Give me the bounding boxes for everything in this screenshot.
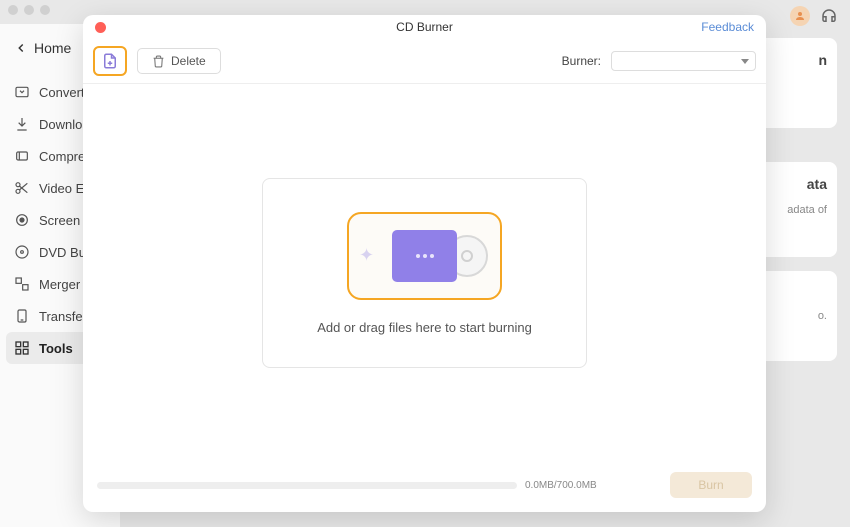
merge-icon xyxy=(14,276,30,292)
modal-title: CD Burner xyxy=(396,20,453,34)
capacity-bar xyxy=(97,482,517,489)
document-graphic xyxy=(392,230,457,282)
grid-icon xyxy=(14,340,30,356)
scissors-icon xyxy=(14,180,30,196)
window-dot xyxy=(40,5,50,15)
burner-select[interactable] xyxy=(611,51,756,71)
avatar[interactable] xyxy=(790,6,810,26)
sidebar-label: Tools xyxy=(39,341,73,356)
converter-icon xyxy=(14,84,30,100)
window-dot xyxy=(8,5,18,15)
record-icon xyxy=(14,212,30,228)
add-file-icon xyxy=(101,52,119,70)
feedback-link[interactable]: Feedback xyxy=(701,20,754,34)
cd-burner-modal: CD Burner Feedback Delete Burner: ✦ Add … xyxy=(83,15,766,512)
drop-text: Add or drag files here to start burning xyxy=(317,320,532,335)
delete-label: Delete xyxy=(171,54,206,68)
toolbar: Delete Burner: xyxy=(83,39,766,84)
transfer-icon xyxy=(14,308,30,324)
trash-icon xyxy=(152,55,165,68)
modal-header: CD Burner Feedback xyxy=(83,15,766,39)
sidebar-label: Transfer xyxy=(39,309,87,324)
burner-label: Burner: xyxy=(562,54,601,68)
disc-icon xyxy=(14,244,30,260)
headset-icon[interactable] xyxy=(820,7,838,25)
burn-button[interactable]: Burn xyxy=(670,472,752,498)
progress-row: 0.0MB/700.0MB xyxy=(97,480,658,491)
sparkle-icon: ✦ xyxy=(359,245,374,266)
sidebar-label: Merger xyxy=(39,277,80,292)
burn-illustration: ✦ xyxy=(347,212,502,300)
capacity-text: 0.0MB/700.0MB xyxy=(525,480,597,491)
drop-area[interactable]: ✦ Add or drag files here to start burnin… xyxy=(83,84,766,462)
delete-button[interactable]: Delete xyxy=(137,48,221,74)
modal-footer: 0.0MB/700.0MB Burn xyxy=(83,462,766,512)
window-traffic-lights xyxy=(8,5,50,15)
add-file-button[interactable] xyxy=(93,46,127,76)
close-icon[interactable] xyxy=(95,22,106,33)
chevron-left-icon xyxy=(14,41,28,55)
window-dot xyxy=(24,5,34,15)
home-label: Home xyxy=(34,40,71,56)
download-icon xyxy=(14,116,30,132)
drop-box: ✦ Add or drag files here to start burnin… xyxy=(262,178,587,368)
compress-icon xyxy=(14,148,30,164)
